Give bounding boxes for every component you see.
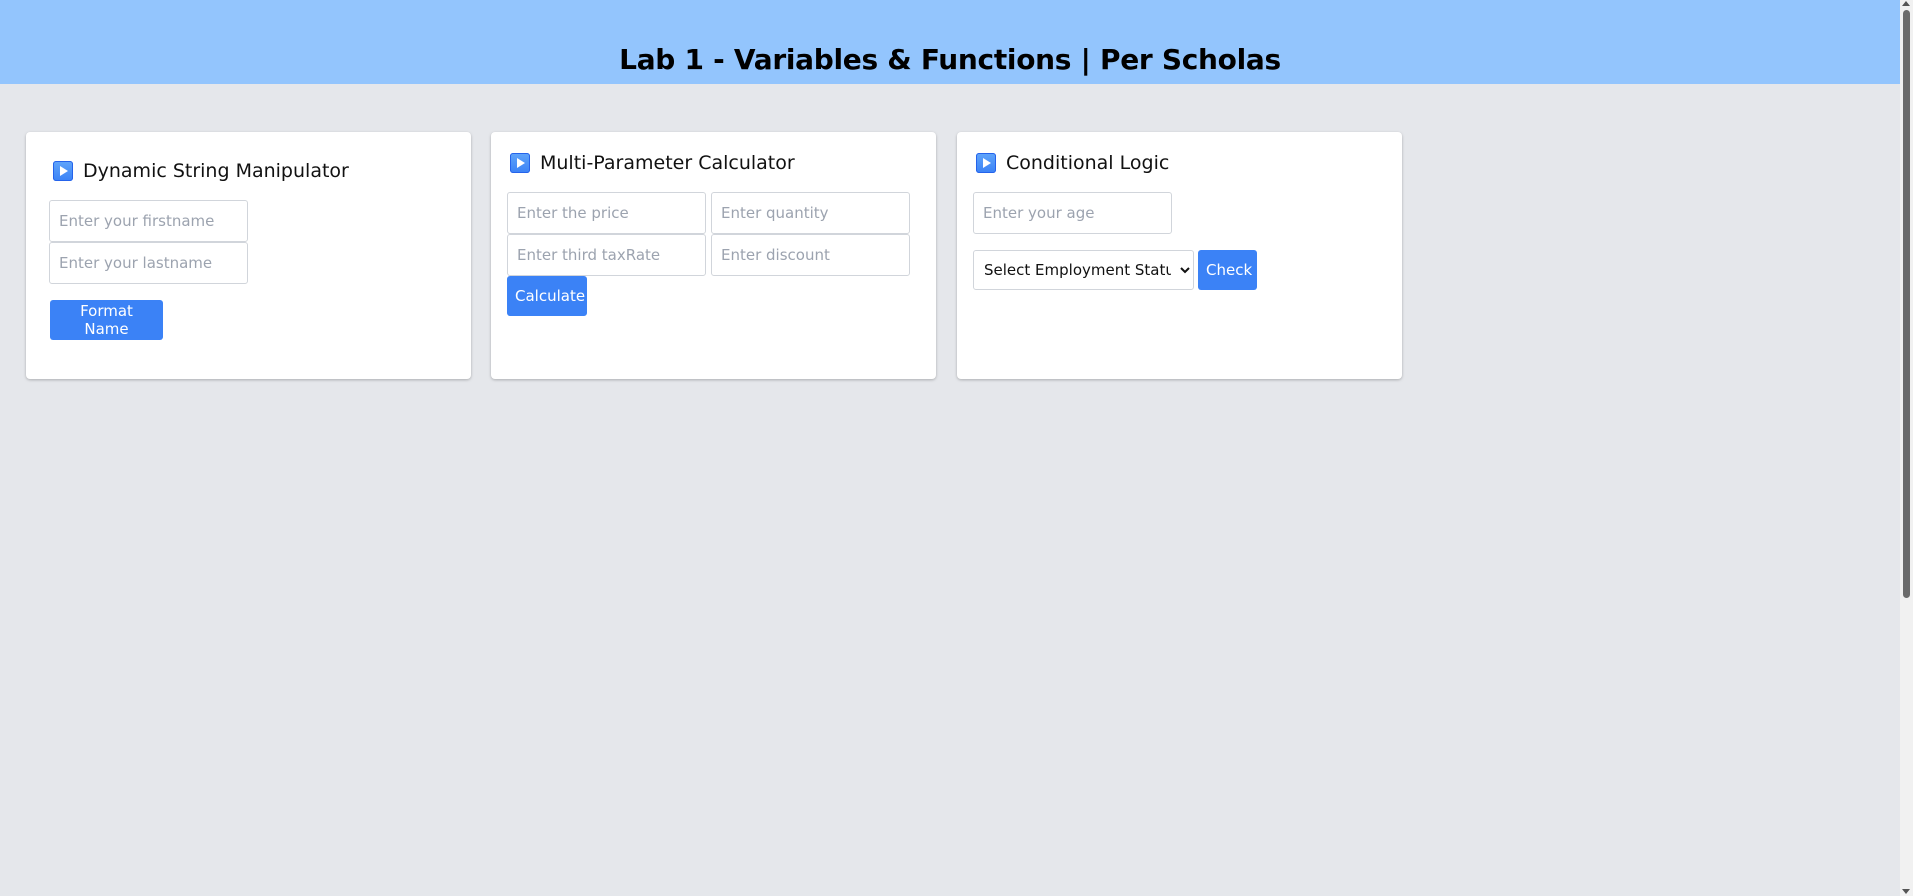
calculator-title-text: Multi-Parameter Calculator [540, 152, 795, 174]
vertical-scrollbar[interactable] [1900, 0, 1913, 896]
discount-input[interactable] [711, 234, 910, 276]
employment-status-select[interactable]: Select Employment Status [973, 250, 1194, 290]
string-manipulator-title-text: Dynamic String Manipulator [83, 160, 349, 182]
lastname-input[interactable] [49, 242, 248, 284]
calculator-title: Multi-Parameter Calculator [510, 151, 795, 175]
conditional-logic-title-text: Conditional Logic [1006, 152, 1170, 174]
price-input[interactable] [507, 192, 706, 234]
play-button-icon [53, 161, 73, 181]
play-button-icon [976, 153, 996, 173]
page-title: Lab 1 - Variables & Functions | Per Scho… [619, 43, 1281, 76]
firstname-input[interactable] [49, 200, 248, 242]
scrollbar-thumb[interactable] [1903, 10, 1910, 598]
page-header: Lab 1 - Variables & Functions | Per Scho… [0, 0, 1900, 84]
calculator-card: Multi-Parameter Calculator Calculate [491, 132, 936, 379]
age-input[interactable] [973, 192, 1172, 234]
check-button[interactable]: Check [1198, 250, 1257, 290]
quantity-input[interactable] [711, 192, 910, 234]
format-name-button[interactable]: Format Name [50, 300, 163, 340]
scroll-down-arrow-icon[interactable] [1902, 889, 1910, 894]
calculate-button[interactable]: Calculate [507, 276, 587, 316]
scroll-up-arrow-icon[interactable] [1902, 1, 1910, 6]
page: Lab 1 - Variables & Functions | Per Scho… [0, 0, 1913, 896]
conditional-logic-title: Conditional Logic [976, 151, 1169, 175]
string-manipulator-card: Dynamic String Manipulator Format Name [26, 132, 471, 379]
conditional-logic-card: Conditional Logic Select Employment Stat… [957, 132, 1402, 379]
string-manipulator-title: Dynamic String Manipulator [53, 159, 349, 183]
play-button-icon [510, 153, 530, 173]
taxrate-input[interactable] [507, 234, 706, 276]
